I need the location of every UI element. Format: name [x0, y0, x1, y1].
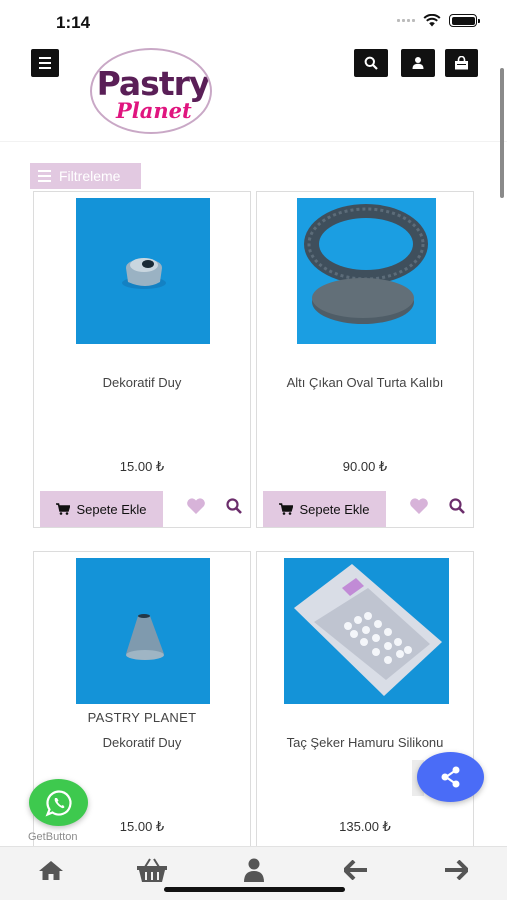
- product-card[interactable]: Dekoratif Duy 15.00 ₺ Sepete Ekle: [33, 191, 251, 528]
- add-to-cart-button[interactable]: Sepete Ekle: [263, 491, 386, 527]
- product-price: 90.00 ₺: [342, 459, 388, 474]
- nav-account-button[interactable]: [238, 857, 270, 883]
- basket-icon: [137, 858, 167, 882]
- logo-sub-text: Planet: [116, 98, 192, 123]
- wifi-icon: [423, 14, 441, 27]
- user-icon: [244, 858, 264, 882]
- filter-label: Filtreleme: [59, 168, 121, 184]
- search-icon[interactable]: [448, 497, 466, 515]
- shopping-bag-icon: [455, 56, 468, 70]
- add-to-cart-label: Sepete Ekle: [76, 501, 147, 517]
- scrollbar[interactable]: [500, 68, 504, 198]
- account-button[interactable]: [401, 49, 435, 77]
- share-button[interactable]: [417, 752, 484, 802]
- share-icon: [441, 766, 459, 788]
- search-icon[interactable]: [225, 497, 243, 515]
- heart-icon[interactable]: [409, 497, 429, 515]
- nav-home-button[interactable]: [35, 857, 67, 883]
- product-price: 135.00 ₺: [339, 819, 391, 834]
- add-to-cart-label: Sepete Ekle: [299, 501, 370, 517]
- product-title[interactable]: Altı Çıkan Oval Turta Kalıbı: [257, 375, 473, 390]
- cart-icon: [279, 503, 294, 515]
- product-image[interactable]: [76, 198, 210, 344]
- product-title[interactable]: Taç Şeker Hamuru Silikonu: [257, 735, 473, 750]
- status-time: 1:14: [56, 13, 91, 32]
- user-icon: [412, 57, 424, 69]
- whatsapp-icon: [45, 789, 72, 816]
- status-icons: [397, 14, 480, 27]
- product-brand: PASTRY PLANET: [87, 710, 197, 725]
- arrow-right-icon: [445, 860, 468, 880]
- nav-back-button[interactable]: [340, 857, 372, 883]
- product-title[interactable]: Dekoratif Duy: [34, 375, 250, 390]
- cart-icon: [56, 503, 71, 515]
- product-image[interactable]: [76, 558, 210, 704]
- cart-button[interactable]: [445, 49, 478, 77]
- battery-icon: [449, 14, 480, 27]
- nav-forward-button[interactable]: [440, 857, 472, 883]
- menu-button[interactable]: [31, 49, 59, 77]
- whatsapp-label: GetButton: [28, 831, 78, 843]
- signal-icon: [397, 19, 415, 22]
- heart-icon[interactable]: [186, 497, 206, 515]
- logo[interactable]: Pastry Planet: [90, 48, 212, 134]
- home-icon: [39, 861, 63, 880]
- product-card[interactable]: Taç Şeker Hamuru Silikonu 135.00 ₺: [256, 551, 474, 861]
- nav-basket-button[interactable]: [136, 857, 168, 883]
- search-button[interactable]: [354, 49, 388, 77]
- home-indicator[interactable]: [164, 887, 345, 892]
- product-title[interactable]: Dekoratif Duy: [34, 735, 250, 750]
- search-icon: [364, 56, 378, 70]
- arrow-left-icon: [344, 860, 367, 880]
- filter-button[interactable]: Filtreleme: [30, 163, 141, 189]
- product-price: 15.00 ₺: [119, 459, 165, 474]
- product-card[interactable]: Altı Çıkan Oval Turta Kalıbı 90.00 ₺ Sep…: [256, 191, 474, 528]
- filter-icon: [38, 170, 51, 182]
- add-to-cart-button[interactable]: Sepete Ekle: [40, 491, 163, 527]
- whatsapp-button[interactable]: [29, 779, 88, 826]
- status-bar: 1:14: [0, 0, 507, 46]
- product-image[interactable]: [297, 198, 436, 344]
- product-image[interactable]: [284, 558, 449, 704]
- header: Pastry Planet: [0, 46, 507, 142]
